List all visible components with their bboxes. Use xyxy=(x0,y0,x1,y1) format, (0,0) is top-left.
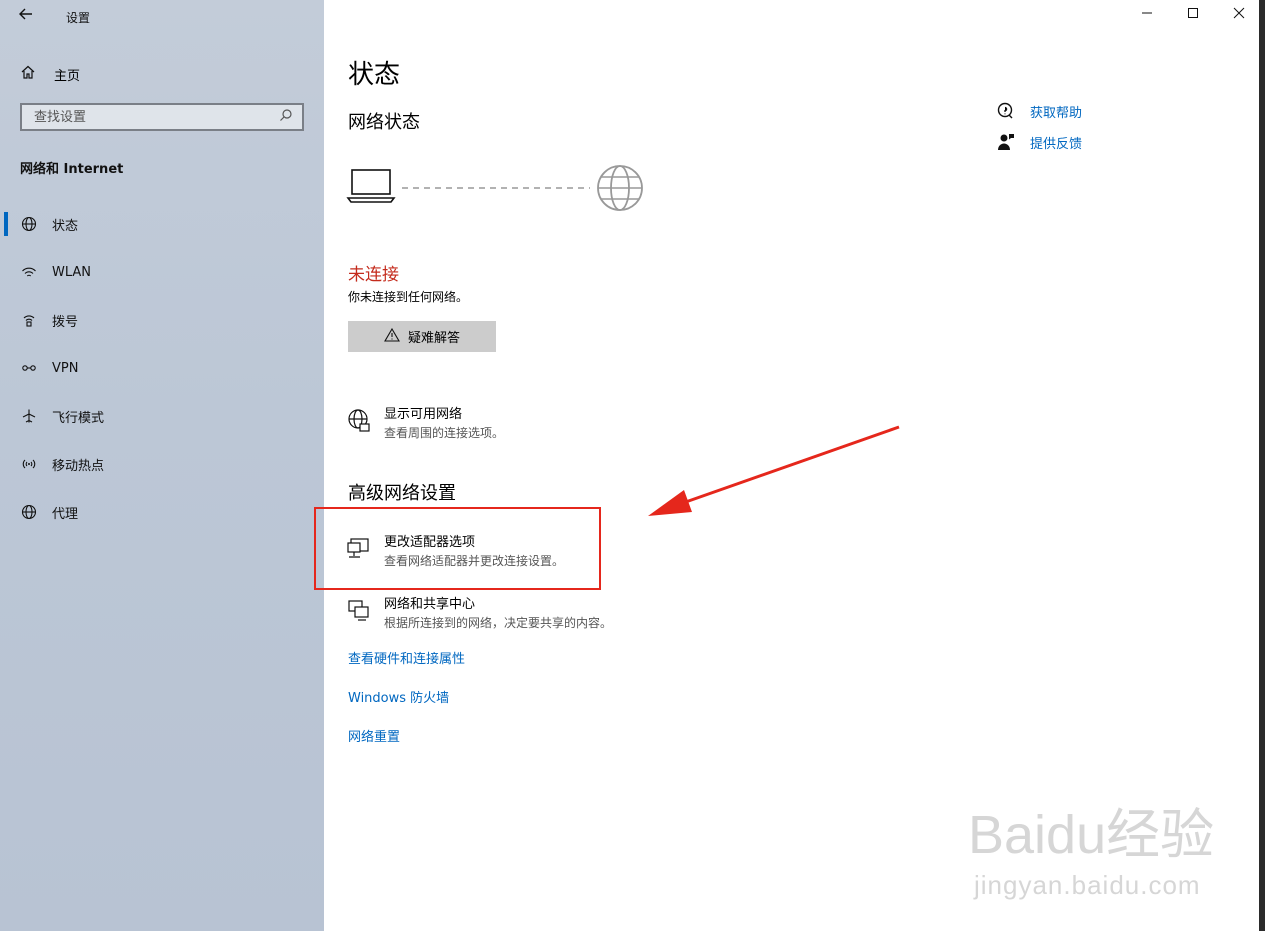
sharing-center-title: 网络和共享中心 xyxy=(384,597,476,612)
wlan-icon xyxy=(20,263,38,281)
minimize-button[interactable] xyxy=(1136,6,1158,26)
sidebar-item-proxy[interactable]: 代理 xyxy=(0,488,324,536)
search-icon[interactable] xyxy=(276,108,296,126)
maximize-button[interactable] xyxy=(1182,6,1204,26)
get-help-label: 获取帮助 xyxy=(1030,105,1083,121)
sidebar-item-label: 拨号 xyxy=(52,314,79,330)
sidebar-item-label: WLAN xyxy=(52,264,92,280)
show-networks-option[interactable]: 显示可用网络 查看周围的连接选项。 xyxy=(346,406,504,442)
search-box[interactable] xyxy=(20,103,304,131)
status-globe-icon xyxy=(20,215,38,233)
sidebar: 设置 主页 网络和 Internet 状态 WLAN xyxy=(0,0,324,931)
get-help-link[interactable]: 获取帮助 xyxy=(996,101,1082,121)
network-adapter-icon xyxy=(346,536,372,562)
watermark-url: jingyan.baidu.com xyxy=(974,870,1201,900)
sidebar-item-hotspot[interactable]: 移动热点 xyxy=(0,440,324,488)
sidebar-item-status[interactable]: 状态 xyxy=(0,200,324,248)
annotation-arrow xyxy=(640,420,910,534)
internet-globe-icon xyxy=(597,165,643,211)
dialup-icon xyxy=(20,311,38,329)
page-title: 状态 xyxy=(348,60,401,90)
vpn-icon xyxy=(20,359,38,377)
troubleshoot-label: 疑难解答 xyxy=(407,331,460,346)
app-title: 设置 xyxy=(66,11,91,25)
home-nav-item[interactable]: 主页 xyxy=(20,64,80,84)
sidebar-item-wlan[interactable]: WLAN xyxy=(0,248,324,296)
sharing-center-icon xyxy=(346,598,372,624)
home-icon xyxy=(20,64,36,84)
sharing-center-option[interactable]: 网络和共享中心 根据所连接到的网络，决定要共享的内容。 xyxy=(346,596,612,632)
show-networks-title: 显示可用网络 xyxy=(384,407,463,422)
network-globe-icon xyxy=(346,408,372,434)
laptop-icon xyxy=(346,169,396,203)
show-networks-desc: 查看周围的连接选项。 xyxy=(384,426,505,440)
feedback-link[interactable]: 提供反馈 xyxy=(996,132,1082,152)
close-button[interactable] xyxy=(1228,6,1250,26)
sidebar-nav: 状态 WLAN 拨号 VPN 飞行模式 移动热点 代理 xyxy=(0,200,324,536)
home-label: 主页 xyxy=(54,68,81,84)
feedback-person-icon xyxy=(996,132,1016,152)
sidebar-item-airplane[interactable]: 飞行模式 xyxy=(0,392,324,440)
hardware-properties-link[interactable]: 查看硬件和连接属性 xyxy=(348,648,465,667)
troubleshoot-button[interactable]: 疑难解答 xyxy=(348,321,496,352)
sidebar-item-label: 代理 xyxy=(52,506,79,522)
proxy-globe-icon xyxy=(20,503,38,521)
sidebar-item-dialup[interactable]: 拨号 xyxy=(0,296,324,344)
watermark-brand: Baidu经验 xyxy=(968,805,1215,865)
feedback-label: 提供反馈 xyxy=(1030,136,1083,152)
sharing-center-desc: 根据所连接到的网络，决定要共享的内容。 xyxy=(384,616,613,630)
network-diagram xyxy=(346,160,656,224)
window-edge xyxy=(1259,0,1265,931)
sidebar-item-label: 移动热点 xyxy=(52,458,105,474)
firewall-link[interactable]: Windows 防火墙 xyxy=(348,687,449,706)
sidebar-item-label: 飞行模式 xyxy=(52,410,105,426)
connection-status-description: 你未连接到任何网络。 xyxy=(348,290,469,304)
connection-status: 未连接 xyxy=(348,265,399,285)
sidebar-item-label: 状态 xyxy=(52,218,79,234)
hotspot-icon xyxy=(20,455,38,473)
network-reset-link[interactable]: 网络重置 xyxy=(348,726,400,745)
adapter-options-title: 更改适配器选项 xyxy=(384,535,476,550)
airplane-icon xyxy=(20,407,38,425)
help-chat-icon xyxy=(996,101,1016,121)
advanced-settings-title: 高级网络设置 xyxy=(348,483,456,504)
adapter-options-option[interactable]: 更改适配器选项 查看网络适配器并更改连接设置。 xyxy=(346,534,564,570)
back-arrow-icon[interactable] xyxy=(18,6,40,26)
sidebar-item-label: VPN xyxy=(52,360,79,376)
sidebar-item-vpn[interactable]: VPN xyxy=(0,344,324,392)
warning-icon xyxy=(384,327,400,346)
network-status-title: 网络状态 xyxy=(348,112,420,133)
sidebar-section-title: 网络和 Internet xyxy=(20,162,124,177)
search-input[interactable] xyxy=(32,108,276,126)
adapter-options-desc: 查看网络适配器并更改连接设置。 xyxy=(384,554,565,568)
